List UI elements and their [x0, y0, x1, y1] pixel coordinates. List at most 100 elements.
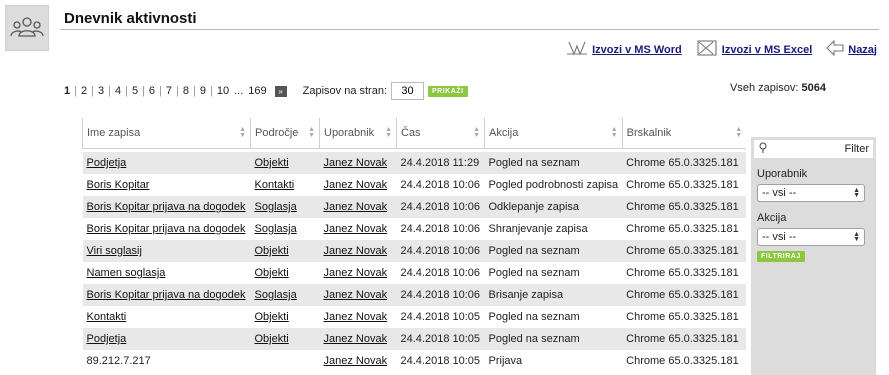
record-name-link[interactable]: Namen soglasja [87, 267, 166, 279]
record-name-link[interactable]: Podjetja [87, 333, 127, 345]
export-word-action[interactable]: Izvozi v MS Word [566, 40, 682, 59]
show-button[interactable]: PRIKAŽI [428, 85, 468, 97]
page-link[interactable]: 9 [200, 85, 206, 97]
word-icon[interactable] [566, 40, 588, 59]
back-arrow-icon[interactable] [826, 39, 844, 59]
page-link[interactable]: 6 [149, 85, 155, 97]
record-action: Odklepanje zapisa [484, 196, 623, 218]
record-user-link[interactable]: Janez Novak [324, 333, 388, 345]
page-separator: | [193, 85, 196, 97]
filter-panel: Filter Uporabnik -- vsi -- ▲ ▼ Akcija -- … [751, 137, 876, 375]
record-user-link[interactable]: Janez Novak [324, 245, 388, 257]
record-browser: Chrome 65.0.3325.181 [622, 240, 747, 262]
record-browser: Chrome 65.0.3325.181 [622, 152, 747, 174]
activity-table: Ime zapisa ▲ ▼ Področje ▲ ▼ Uporabnik ▲ ▼ Čas ▲… [82, 118, 747, 372]
page-link[interactable]: 7 [166, 85, 172, 97]
page-separator: | [74, 85, 77, 97]
record-area-link[interactable]: Objekti [255, 245, 289, 257]
module-icon-box [5, 5, 49, 51]
filter-apply-button[interactable]: FILTRIRAJ [757, 251, 805, 262]
record-time: 24.4.2018 10:06 [396, 284, 485, 306]
page-link[interactable]: 5 [132, 85, 138, 97]
record-browser: Chrome 65.0.3325.181 [622, 174, 747, 196]
record-name-link[interactable]: Kontakti [87, 311, 127, 323]
record-user-link[interactable]: Janez Novak [324, 179, 388, 191]
filter-action-select[interactable]: -- vsi -- ▲ ▼ [757, 228, 865, 246]
export-excel-link[interactable]: Izvozi v MS Excel [722, 44, 812, 56]
record-name-link[interactable]: Boris Kopitar prijava na dogodek [87, 201, 246, 213]
page-link[interactable]: 10 [217, 85, 229, 97]
filter-action-label: Akcija [757, 212, 787, 224]
page-link[interactable]: 3 [98, 85, 104, 97]
table-header-row: Ime zapisa ▲ ▼ Področje ▲ ▼ Uporabnik ▲ ▼ Čas ▲… [82, 118, 747, 149]
record-area-link[interactable]: Soglasja [255, 223, 297, 235]
record-action: Shranjevanje zapisa [484, 218, 623, 240]
sort-icon[interactable]: ▲ ▼ [385, 126, 392, 139]
back-action[interactable]: Nazaj [826, 39, 877, 59]
column-header-area[interactable]: Področje ▲ ▼ [250, 118, 320, 149]
sort-icon[interactable]: ▲ ▼ [308, 126, 315, 139]
column-header-name[interactable]: Ime zapisa ▲ ▼ [82, 118, 251, 149]
page-separator: | [210, 85, 213, 97]
export-excel-action[interactable]: Izvozi v MS Excel [696, 40, 812, 59]
page-link[interactable]: 8 [183, 85, 189, 97]
record-time: 24.4.2018 10:06 [396, 196, 485, 218]
sort-icon[interactable]: ▲ ▼ [735, 126, 742, 139]
record-user-link[interactable]: Janez Novak [324, 201, 388, 213]
record-user-link[interactable]: Janez Novak [324, 311, 388, 323]
record-name-link[interactable]: Podjetja [87, 157, 127, 169]
per-page-control: Zapisov na stran: PRIKAŽI [303, 82, 468, 100]
table-row: Podjetja Objekti Janez Novak 24.4.2018 1… [82, 328, 747, 350]
record-area-link[interactable]: Objekti [255, 311, 289, 323]
sort-icon[interactable]: ▲ ▼ [239, 126, 246, 139]
record-user-link[interactable]: Janez Novak [324, 267, 388, 279]
record-time: 24.4.2018 10:05 [396, 350, 485, 372]
page-separator: | [159, 85, 162, 97]
excel-icon[interactable] [696, 40, 718, 59]
record-area-link[interactable]: Objekti [255, 267, 289, 279]
record-area-link[interactable]: Soglasja [255, 201, 297, 213]
page-link[interactable]: 4 [115, 85, 121, 97]
page-link[interactable]: 2 [81, 85, 87, 97]
page-separator: | [125, 85, 128, 97]
record-action: Pogled podrobnosti zapisa [484, 174, 623, 196]
column-header-browser[interactable]: Brskalnik ▲ ▼ [621, 118, 747, 149]
record-name-link[interactable]: Boris Kopitar prijava na dogodek [87, 223, 246, 235]
page-title: Dnevnik aktivnosti [64, 10, 197, 27]
record-user-link[interactable]: Janez Novak [324, 289, 388, 301]
record-action: Pogled na seznam [484, 240, 623, 262]
record-browser: Chrome 65.0.3325.181 [622, 262, 747, 284]
per-page-input[interactable] [391, 82, 425, 100]
back-link[interactable]: Nazaj [848, 44, 877, 56]
filter-user-select[interactable]: -- vsi -- ▲ ▼ [757, 184, 865, 202]
record-action: Pogled na seznam [484, 262, 623, 284]
record-browser: Chrome 65.0.3325.181 [622, 218, 747, 240]
record-action: Pogled na seznam [484, 306, 623, 328]
record-area-link[interactable]: Objekti [255, 333, 289, 345]
record-name-link[interactable]: Boris Kopitar [87, 179, 150, 191]
record-name-link[interactable]: Viri soglasij [87, 245, 142, 257]
record-browser: Chrome 65.0.3325.181 [622, 284, 747, 306]
record-browser: Chrome 65.0.3325.181 [622, 350, 747, 372]
sort-icon[interactable]: ▲ ▼ [473, 126, 480, 139]
column-header-time[interactable]: Čas ▲ ▼ [396, 118, 485, 149]
column-header-user[interactable]: Uporabnik ▲ ▼ [319, 118, 397, 149]
filter-action-value: -- vsi -- [762, 231, 797, 243]
record-time: 24.4.2018 11:29 [396, 152, 485, 174]
record-user-link[interactable]: Janez Novak [324, 355, 388, 367]
filter-toggle-icon[interactable] [758, 142, 768, 157]
record-area-link[interactable]: Soglasja [255, 289, 297, 301]
record-name-link[interactable]: Boris Kopitar prijava na dogodek [87, 289, 246, 301]
export-word-link[interactable]: Izvozi v MS Word [592, 44, 682, 56]
table-row: Kontakti Objekti Janez Novak 24.4.2018 1… [82, 306, 747, 328]
record-area-link[interactable]: Kontakti [255, 179, 295, 191]
record-user-link[interactable]: Janez Novak [324, 157, 388, 169]
page-link-last[interactable]: 169 [248, 85, 266, 97]
next-page-button[interactable]: » [274, 85, 287, 97]
record-area-link[interactable]: Objekti [255, 157, 289, 169]
record-action: Prijava [484, 350, 623, 372]
filter-header[interactable]: Filter [754, 140, 873, 158]
column-header-action[interactable]: Akcija ▲ ▼ [484, 118, 623, 149]
sort-icon[interactable]: ▲ ▼ [611, 126, 618, 139]
record-user-link[interactable]: Janez Novak [324, 223, 388, 235]
